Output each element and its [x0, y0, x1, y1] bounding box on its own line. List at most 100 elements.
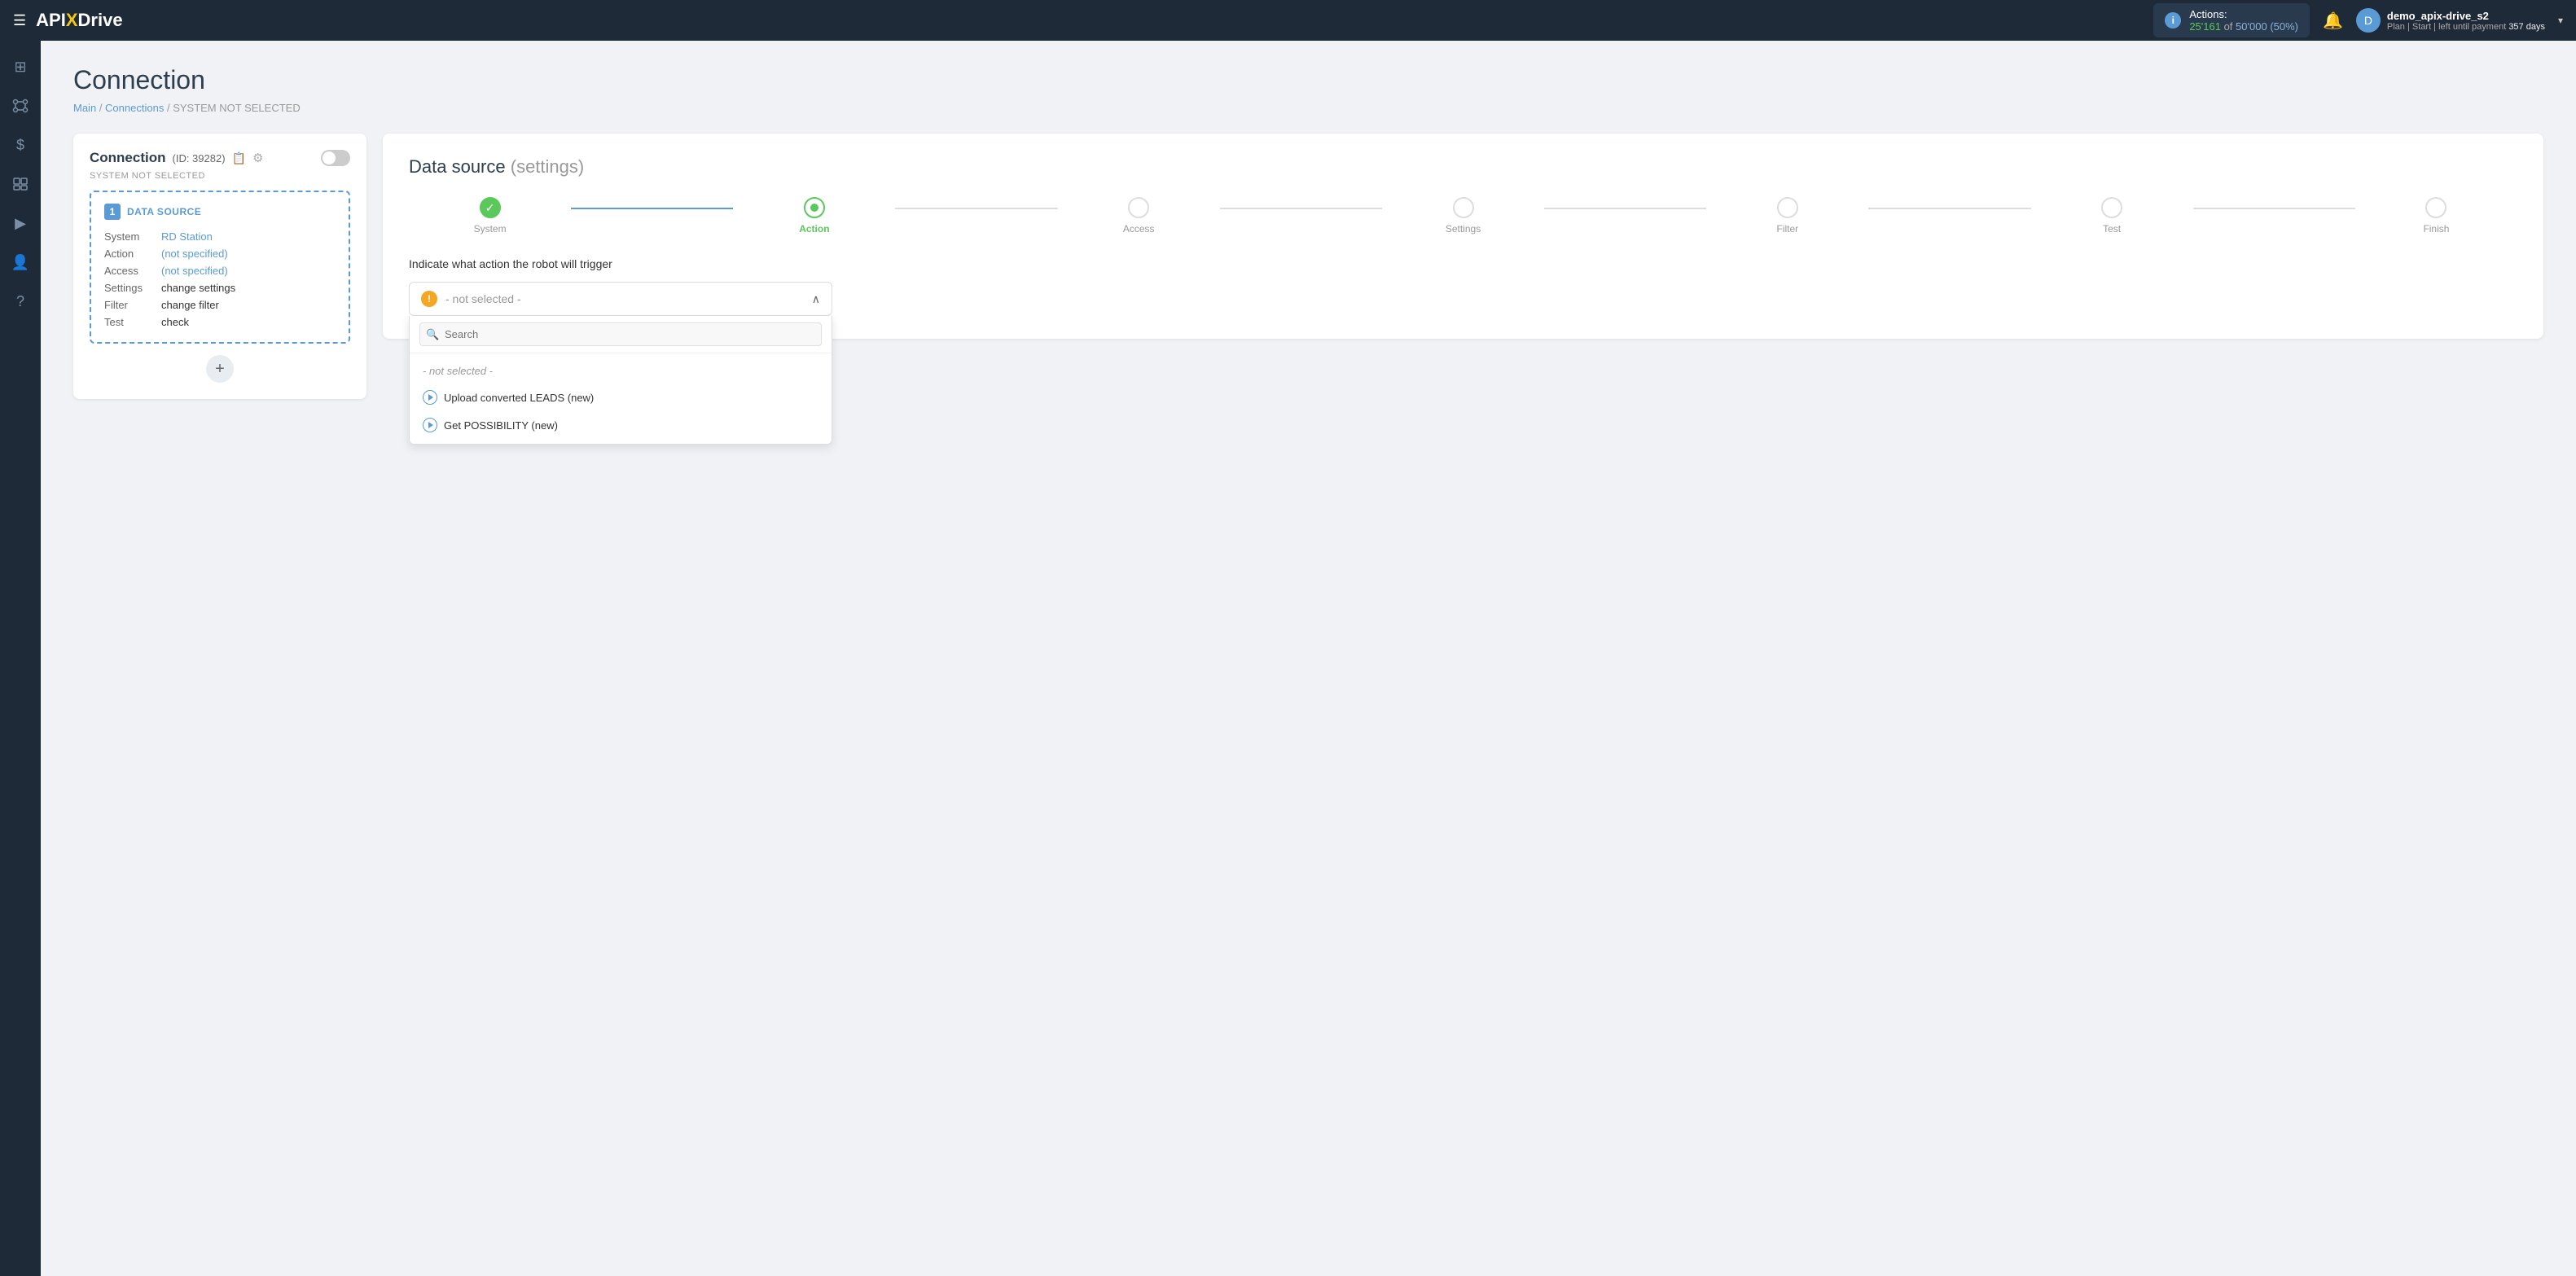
- chevron-down-icon[interactable]: ▾: [2558, 15, 2563, 26]
- stepper: ✓System Action Access Settings Filter Test Fin…: [409, 197, 2517, 235]
- actions-label: Actions: 25'161 of 50'000 (50%): [2189, 8, 2298, 33]
- add-connection-button[interactable]: +: [206, 355, 234, 383]
- sidebar-item-dashboard[interactable]: ⊞: [4, 50, 37, 83]
- actions-of: of: [2224, 20, 2233, 33]
- info-icon: i: [2165, 12, 2181, 29]
- breadcrumb-connections[interactable]: Connections: [105, 102, 164, 114]
- connection-card-header: Connection (ID: 39282) 📋 ⚙: [90, 150, 350, 166]
- ds-row-value[interactable]: change filter: [161, 296, 336, 314]
- sidebar-item-billing[interactable]: $: [4, 129, 37, 161]
- logo-x: X: [66, 10, 78, 31]
- step-circle-action: [804, 197, 825, 218]
- cards-row: Connection (ID: 39282) 📋 ⚙ SYSTEM NOT SE…: [73, 134, 2543, 399]
- table-row: Settingschange settings: [104, 279, 336, 296]
- ds-title: DATA SOURCE: [127, 206, 201, 217]
- settings-icon[interactable]: ⚙: [252, 151, 263, 165]
- dropdown-item[interactable]: Upload converted LEADS (new): [410, 384, 832, 411]
- step-circle-access: [1128, 197, 1149, 218]
- step-connector: [1544, 208, 1706, 209]
- ds-row-value[interactable]: check: [161, 314, 336, 331]
- ds-number: 1: [104, 204, 121, 220]
- user-name: demo_apix-drive_s2: [2387, 10, 2545, 22]
- step-item-filter: Filter: [1706, 197, 1868, 235]
- ds-row-value[interactable]: change settings: [161, 279, 336, 296]
- ds-row-label: Action: [104, 245, 161, 262]
- user-plan: Plan | Start | left until payment 357 da…: [2387, 22, 2545, 32]
- step-item-action: Action: [733, 197, 895, 235]
- action-dropdown-trigger[interactable]: ! - not selected - ∧: [409, 282, 832, 316]
- step-item-finish: Finish: [2355, 197, 2517, 235]
- dropdown-item-text: Upload converted LEADS (new): [444, 392, 594, 404]
- step-circle-finish: [2425, 197, 2447, 218]
- step-circle-test: [2101, 197, 2122, 218]
- step-connector: [895, 208, 1057, 209]
- connection-card: Connection (ID: 39282) 📋 ⚙ SYSTEM NOT SE…: [73, 134, 366, 399]
- step-item-access: Access: [1058, 197, 1220, 235]
- copy-icon[interactable]: 📋: [232, 151, 246, 165]
- actions-total: 50'000: [2236, 20, 2267, 33]
- step-item-system: ✓System: [409, 197, 571, 235]
- table-row: Action(not specified): [104, 245, 336, 262]
- toggle-switch[interactable]: [321, 150, 350, 166]
- main-content: Connection Main / Connections / SYSTEM N…: [41, 41, 2576, 1276]
- search-input[interactable]: [419, 322, 822, 346]
- user-info: demo_apix-drive_s2 Plan | Start | left u…: [2387, 10, 2545, 32]
- dropdown-menu: 🔍 - not selected - Upload converted LEADS…: [409, 316, 832, 445]
- actions-box: i Actions: 25'161 of 50'000 (50%): [2153, 3, 2310, 37]
- ds-row-label: System: [104, 228, 161, 245]
- connection-card-title: Connection: [90, 150, 166, 166]
- ds-table: SystemRD StationAction(not specified)Acc…: [104, 228, 336, 331]
- ds-row-label: Access: [104, 262, 161, 279]
- ds-settings-title: Data source (settings): [409, 156, 2517, 178]
- search-icon: 🔍: [426, 328, 439, 341]
- ds-row-label: Test: [104, 314, 161, 331]
- ds-row-value: (not specified): [161, 262, 336, 279]
- data-source-header: 1 DATA SOURCE: [104, 204, 336, 220]
- sidebar-item-connections[interactable]: [4, 90, 37, 122]
- sidebar-item-workspace[interactable]: [4, 168, 37, 200]
- sidebar-item-tutorials[interactable]: ▶: [4, 207, 37, 239]
- ds-row-value: RD Station: [161, 228, 336, 245]
- avatar: D: [2356, 8, 2381, 33]
- logo-text-drive: Drive: [78, 10, 123, 31]
- sidebar: ⊞ $ ▶ 👤 ?: [0, 41, 41, 1276]
- action-instruction: Indicate what action the robot will trig…: [409, 257, 2517, 270]
- logo-text-api: API: [36, 10, 66, 31]
- step-item-settings: Settings: [1382, 197, 1544, 235]
- step-circle-filter: [1777, 197, 1798, 218]
- data-source-box: 1 DATA SOURCE SystemRD StationAction(not…: [90, 191, 350, 344]
- ds-row-label: Filter: [104, 296, 161, 314]
- user-section[interactable]: D demo_apix-drive_s2 Plan | Start | left…: [2356, 8, 2563, 33]
- bell-icon[interactable]: 🔔: [2323, 11, 2343, 31]
- dropdown-item[interactable]: - not selected -: [410, 358, 832, 384]
- step-connector: [2193, 208, 2355, 209]
- step-connector: [1868, 208, 2030, 209]
- sidebar-item-profile[interactable]: 👤: [4, 246, 37, 278]
- warning-dot: !: [421, 291, 437, 307]
- connection-id: (ID: 39282): [173, 152, 226, 164]
- step-label-finish: Finish: [2423, 223, 2449, 235]
- dropdown-selected-text: - not selected -: [445, 292, 804, 305]
- step-label-filter: Filter: [1776, 223, 1798, 235]
- navbar: ☰ APIXDrive i Actions: 25'161 of 50'000 …: [0, 0, 2576, 41]
- system-not-selected-label: SYSTEM NOT SELECTED: [90, 171, 350, 181]
- dropdown-items: - not selected - Upload converted LEADS (…: [410, 353, 832, 444]
- table-row: SystemRD Station: [104, 228, 336, 245]
- step-label-test: Test: [2103, 223, 2121, 235]
- breadcrumb: Main / Connections / SYSTEM NOT SELECTED: [73, 102, 2543, 114]
- breadcrumb-main[interactable]: Main: [73, 102, 96, 114]
- table-row: Filterchange filter: [104, 296, 336, 314]
- step-label-settings: Settings: [1446, 223, 1481, 235]
- navbar-actions: i Actions: 25'161 of 50'000 (50%) 🔔 D de…: [2153, 3, 2563, 37]
- step-connector: [1220, 208, 1382, 209]
- ds-settings-parens: (settings): [511, 156, 584, 177]
- play-icon: [423, 418, 437, 432]
- chevron-up-icon: ∧: [812, 292, 820, 306]
- step-label-system: System: [474, 223, 507, 235]
- actions-pct: (50%): [2270, 20, 2298, 33]
- sidebar-item-help[interactable]: ?: [4, 285, 37, 318]
- dropdown-item[interactable]: Get POSSIBILITY (new): [410, 411, 832, 439]
- step-circle-settings: [1453, 197, 1474, 218]
- step-connector: [571, 208, 733, 209]
- menu-icon[interactable]: ☰: [13, 12, 26, 29]
